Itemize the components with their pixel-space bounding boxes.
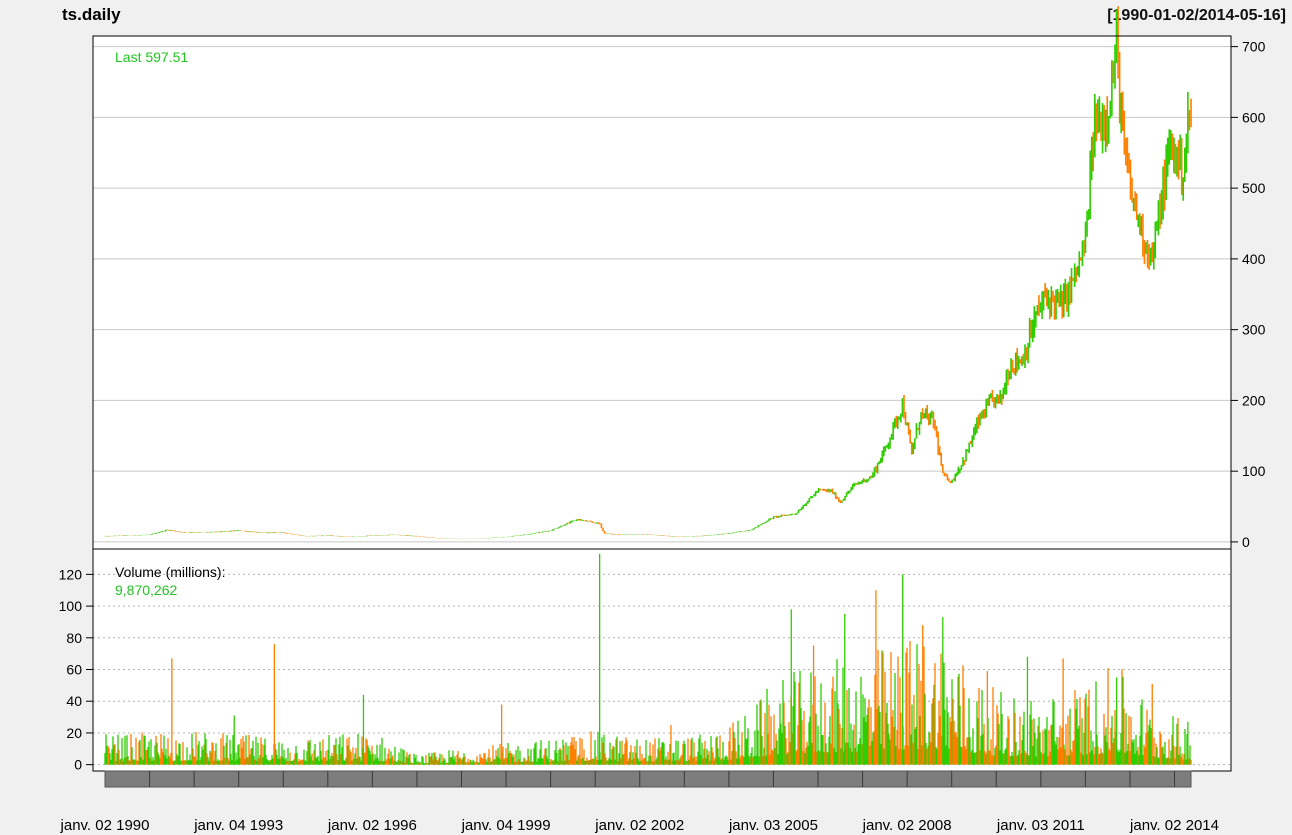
volume-tick-label: 80 xyxy=(66,630,82,646)
price-tick-label: 0 xyxy=(1242,534,1250,550)
x-axis-labels: janv. 02 1990 janv. 04 1993 janv. 02 1996 j… xyxy=(60,817,1219,834)
volume-tick-label: 100 xyxy=(59,598,83,614)
x-tick-label: janv. 03 2005 xyxy=(728,817,818,834)
x-tick-label: janv. 02 1990 xyxy=(60,817,150,834)
price-tick-label: 200 xyxy=(1242,392,1266,408)
chart-title: ts.daily xyxy=(62,5,121,24)
x-tick-label: janv. 02 1996 xyxy=(327,817,417,834)
x-tick-label: janv. 04 1993 xyxy=(193,817,283,834)
x-tick-label: janv. 02 2014 xyxy=(1129,817,1219,834)
price-tick-label: 600 xyxy=(1242,109,1266,125)
price-tick-label: 500 xyxy=(1242,180,1266,196)
volume-panel: 0 20 40 60 80 100 120 Volume (millions): 9,870… xyxy=(59,549,1231,773)
price-panel: 0 100 200 300 400 500 600 700 Last 597.51 xyxy=(93,6,1266,550)
price-tick-label: 400 xyxy=(1242,251,1266,267)
volume-axis: 0 20 40 60 80 100 120 xyxy=(59,566,93,773)
price-legend: Last 597.51 xyxy=(115,49,188,65)
date-strip xyxy=(104,770,1192,788)
volume-legend-label: Volume (millions): xyxy=(115,564,225,580)
volume-tick-label: 40 xyxy=(66,693,82,709)
volume-tick-label: 20 xyxy=(66,725,82,741)
date-range-label: [1990-01-02/2014-05-16] xyxy=(1107,7,1286,24)
price-tick-label: 300 xyxy=(1242,322,1266,338)
chart-canvas: ts.daily [1990-01-02/2014-05-16] 0100200… xyxy=(59,5,1286,834)
price-axis: 0 100 200 300 400 500 600 700 xyxy=(1231,39,1266,550)
price-tick-label: 100 xyxy=(1242,463,1266,479)
price-tick-label: 700 xyxy=(1242,39,1266,55)
x-tick-label: janv. 02 2002 xyxy=(594,817,684,834)
volume-tick-label: 0 xyxy=(74,757,82,773)
volume-tick-label: 120 xyxy=(59,566,83,582)
volume-legend-value: 9,870,262 xyxy=(115,582,177,598)
x-tick-label: janv. 03 2011 xyxy=(996,817,1085,834)
volume-tick-label: 60 xyxy=(66,662,82,678)
x-tick-label: janv. 02 2008 xyxy=(862,817,952,834)
x-tick-label: janv. 04 1999 xyxy=(461,817,551,834)
date-strip-bar xyxy=(104,770,1192,788)
